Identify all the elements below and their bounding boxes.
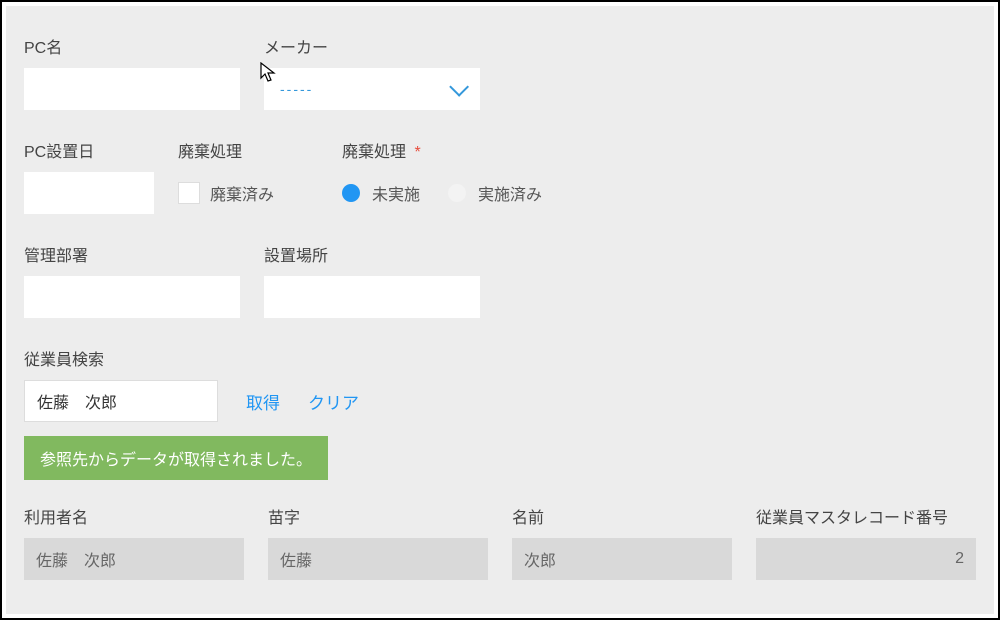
last-name-output <box>268 538 488 580</box>
checkbox-icon <box>178 182 200 204</box>
install-location-input[interactable] <box>264 276 480 318</box>
pc-name-label: PC名 <box>24 34 240 58</box>
user-name-output <box>24 538 244 580</box>
clear-button[interactable]: クリア <box>308 389 359 414</box>
radio-not-done[interactable]: 未実施 <box>342 181 420 205</box>
employee-search-input[interactable] <box>24 380 218 422</box>
maker-dropdown[interactable]: ----- <box>264 68 480 110</box>
disposal-radio-group: 未実施 実施済み <box>342 181 542 205</box>
disposed-checkbox[interactable]: 廃棄済み <box>178 181 274 205</box>
user-name-label: 利用者名 <box>24 504 244 528</box>
radio-done[interactable]: 実施済み <box>448 181 542 205</box>
fetch-button[interactable]: 取得 <box>246 389 280 414</box>
install-location-label: 設置場所 <box>264 242 480 266</box>
employee-search-label: 従業員検索 <box>24 346 976 370</box>
chevron-down-icon <box>449 77 469 97</box>
success-banner: 参照先からデータが取得されました。 <box>24 436 328 480</box>
first-name-output <box>512 538 732 580</box>
required-mark-icon: * <box>414 144 420 161</box>
dropdown-placeholder: ----- <box>280 81 313 97</box>
management-dept-input[interactable] <box>24 276 240 318</box>
maker-label: メーカー <box>264 34 480 58</box>
radio-unselected-icon <box>448 184 466 202</box>
pc-install-date-label: PC設置日 <box>24 138 154 162</box>
disposed-checkbox-label: 廃棄済み <box>210 181 274 205</box>
radio-selected-icon <box>342 184 360 202</box>
record-no-output <box>756 538 976 580</box>
pc-install-date-input[interactable] <box>24 172 154 214</box>
record-no-label: 従業員マスタレコード番号 <box>756 504 976 528</box>
first-name-label: 名前 <box>512 504 732 528</box>
disposal-radio-label: 廃棄処理 * <box>342 138 642 162</box>
disposal-checkbox-label: 廃棄処理 <box>178 138 318 162</box>
management-dept-label: 管理部署 <box>24 242 240 266</box>
last-name-label: 苗字 <box>268 504 488 528</box>
pc-name-input[interactable] <box>24 68 240 110</box>
